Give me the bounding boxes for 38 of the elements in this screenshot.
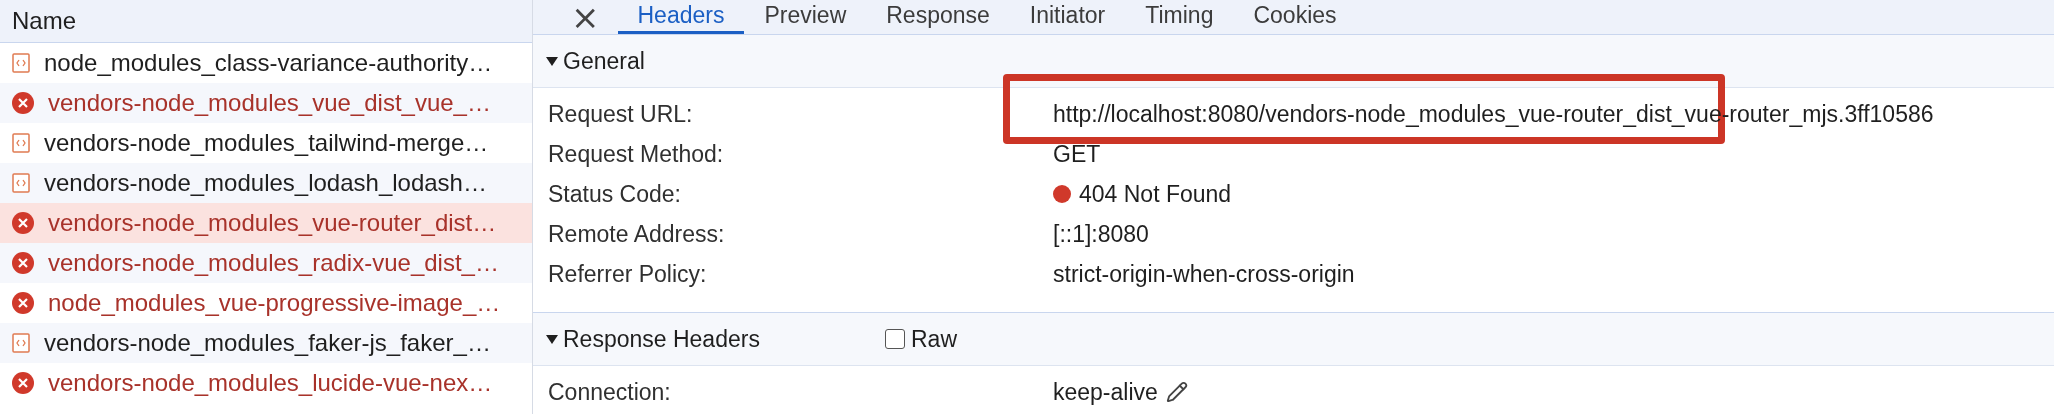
request-row[interactable]: vendors-node_modules_lodash_lodash… [0,163,532,203]
header-name: Request URL: [548,100,694,128]
error-icon [12,292,34,314]
section-header[interactable]: General [545,47,885,75]
tab[interactable]: Response [866,0,1010,34]
header-name: Status Code: [548,180,682,208]
header-value: 404 Not Found [1079,180,1232,208]
request-row[interactable]: vendors-node_modules_radix-vue_dist_… [0,243,532,283]
error-icon [12,252,34,274]
header-name: Remote Address: [548,220,726,248]
script-file-icon [12,133,30,153]
section-header[interactable]: Response Headers [545,325,885,353]
error-icon [12,372,34,394]
header-value: keep-alive [1053,378,1158,406]
header-value: [::1]:8080 [1053,220,1149,248]
caret-icon [545,54,559,68]
request-row[interactable]: vendors-node_modules_vue-router_dist… [0,203,532,243]
tab[interactable]: Initiator [1009,0,1126,34]
request-row[interactable]: vendors-node_modules_vue_dist_vue_… [0,83,532,123]
header-name: Request Method: [548,140,725,168]
error-icon [12,212,34,234]
tab[interactable]: Cookies [1233,0,1357,34]
header-value: strict-origin-when-cross-origin [1053,260,1355,288]
column-header[interactable]: Name [0,0,532,43]
error-icon [12,92,34,114]
request-row[interactable]: vendors-node_modules_faker-js_faker_… [0,323,532,363]
header-value: GET [1053,140,1101,168]
script-file-icon [12,173,30,193]
script-file-icon [12,53,30,73]
edit-icon[interactable] [1165,381,1188,403]
caret-icon [545,332,559,346]
script-file-icon [12,333,30,353]
header-name: Connection: [548,378,672,406]
raw-checkbox[interactable]: Raw [885,325,957,353]
header-name: Referrer Policy: [548,260,708,288]
tab[interactable]: Timing [1125,0,1234,34]
close-button[interactable]: × [553,0,618,34]
tab[interactable]: Preview [744,0,867,34]
